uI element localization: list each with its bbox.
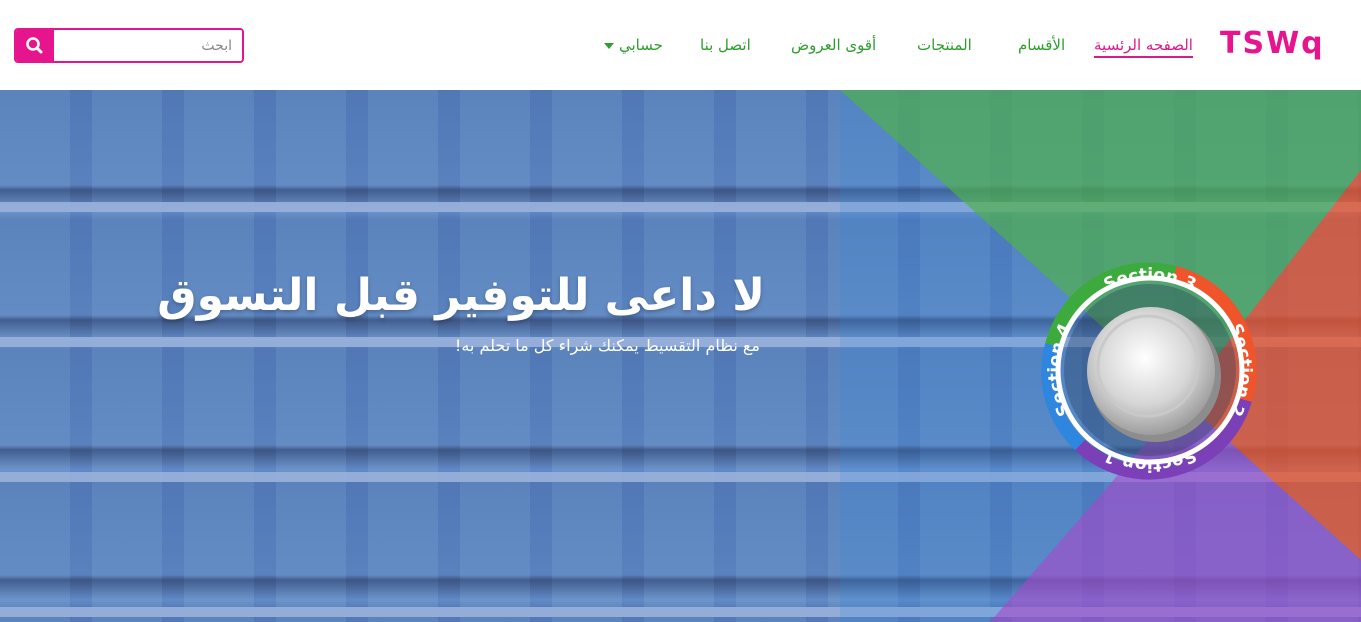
nav-account-dropdown[interactable]: حسابي — [604, 36, 663, 54]
nav-contact[interactable]: اتصل بنا — [700, 36, 751, 54]
search-form — [14, 28, 244, 63]
search-icon — [26, 37, 43, 54]
nav-account-label: حسابي — [619, 36, 663, 54]
hero-banner: لا داعى للتوفير قبل التسوق مع نظام التقس… — [0, 90, 1361, 622]
hero-subtitle: مع نظام التقسيط يمكنك شراء كل ما تحلم به… — [454, 336, 760, 355]
nav-offers[interactable]: أقوى العروض — [791, 36, 876, 54]
top-navbar: TSWq الصفحه الرئسية الأقسام المنتجات أقو… — [0, 0, 1361, 90]
nav-categories[interactable]: الأقسام — [1018, 36, 1065, 54]
nav-products[interactable]: المنتجات — [917, 36, 972, 54]
search-button[interactable] — [16, 30, 54, 61]
section-wheel[interactable]: Section 3 Section 2 Section 1 Section 4 — [1020, 240, 1280, 500]
hero-title: لا داعى للتوفير قبل التسوق — [157, 270, 765, 321]
search-input[interactable] — [54, 30, 242, 61]
caret-down-icon — [604, 42, 614, 49]
site-logo[interactable]: TSWq — [1220, 26, 1325, 61]
nav-home[interactable]: الصفحه الرئسية — [1094, 36, 1193, 58]
